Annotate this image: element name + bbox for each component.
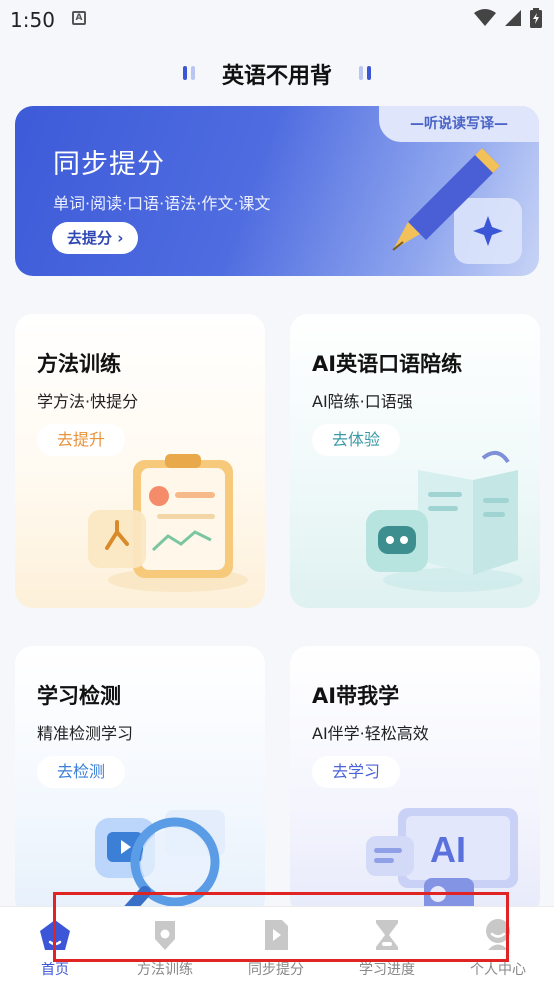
home-icon	[40, 920, 70, 950]
sync-score-banner[interactable]: —听说读写译— 同步提分 单词·阅读·口语·语法·作文·课文 去提分 ›	[15, 106, 539, 276]
ai-speaking-card[interactable]: AI英语口语陪练 AI陪练·口语强 去体验	[290, 314, 540, 608]
ai-screen-icon: AI	[366, 808, 518, 914]
card-subtitle: AI伴学·轻松高效	[312, 724, 429, 743]
profile-icon	[486, 919, 510, 950]
nav-item-home[interactable]: 首页	[0, 907, 110, 984]
nav-label: 同步提分	[248, 962, 304, 978]
card-subtitle: AI陪练·口语强	[312, 392, 413, 411]
nav-label: 方法训练	[137, 962, 193, 978]
nav-label: 个人中心	[470, 962, 526, 978]
status-time: 1:50	[10, 8, 55, 32]
card-title: 方法训练	[37, 352, 121, 376]
app-header: 英语不用背	[0, 52, 554, 92]
signal-icon	[505, 10, 521, 26]
fountain-pen-icon	[392, 148, 522, 264]
card-title: 学习检测	[37, 684, 121, 708]
header-deco-right	[359, 66, 363, 80]
nav-item-profile[interactable]: 个人中心	[443, 907, 553, 984]
banner-subtitle: 单词·阅读·口语·语法·作文·课文	[53, 194, 271, 213]
robot-book-icon	[366, 450, 523, 592]
banner-tag: —听说读写译—	[379, 106, 539, 142]
wifi-icon	[474, 9, 496, 26]
clipboard-icon	[88, 454, 248, 592]
banner-title: 同步提分	[53, 149, 165, 180]
sync-icon	[265, 920, 288, 950]
nav-item-sync[interactable]: 同步提分	[221, 907, 331, 984]
hourglass-icon	[376, 920, 398, 950]
card-title: AI带我学	[312, 684, 400, 708]
card-subtitle: 精准检测学习	[37, 724, 134, 743]
battery-icon	[530, 8, 542, 28]
go-learn-button[interactable]: 去学习	[312, 756, 401, 788]
notification-icon: A	[72, 11, 86, 25]
card-subtitle: 学方法·快提分	[37, 392, 139, 411]
nav-item-progress[interactable]: 学习进度	[332, 907, 442, 984]
nav-label: 首页	[41, 962, 69, 978]
banner-go-button[interactable]: 去提分 ›	[52, 222, 139, 254]
nav-label: 学习进度	[359, 962, 415, 978]
ai-tutor-card[interactable]: AI带我学 AI伴学·轻松高效 去学习 AI	[290, 646, 540, 916]
card-title: AI英语口语陪练	[312, 352, 463, 376]
header-deco-right-2	[367, 66, 371, 80]
status-icons	[474, 8, 542, 28]
method-icon	[155, 921, 175, 950]
learning-test-card[interactable]: 学习检测 精准检测学习 去检测	[15, 646, 265, 916]
bottom-nav: 首页 方法训练 同步提分 学习进度 个人中心	[0, 906, 554, 984]
go-test-button[interactable]: 去检测	[37, 756, 126, 788]
page-title: 英语不用背	[221, 64, 332, 89]
svg-text:AI: AI	[430, 829, 466, 870]
magnifier-icon	[95, 810, 225, 916]
status-bar: 1:50 A	[0, 0, 554, 40]
method-training-card[interactable]: 方法训练 学方法·快提分 去提升	[15, 314, 265, 608]
nav-item-method[interactable]: 方法训练	[110, 907, 220, 984]
